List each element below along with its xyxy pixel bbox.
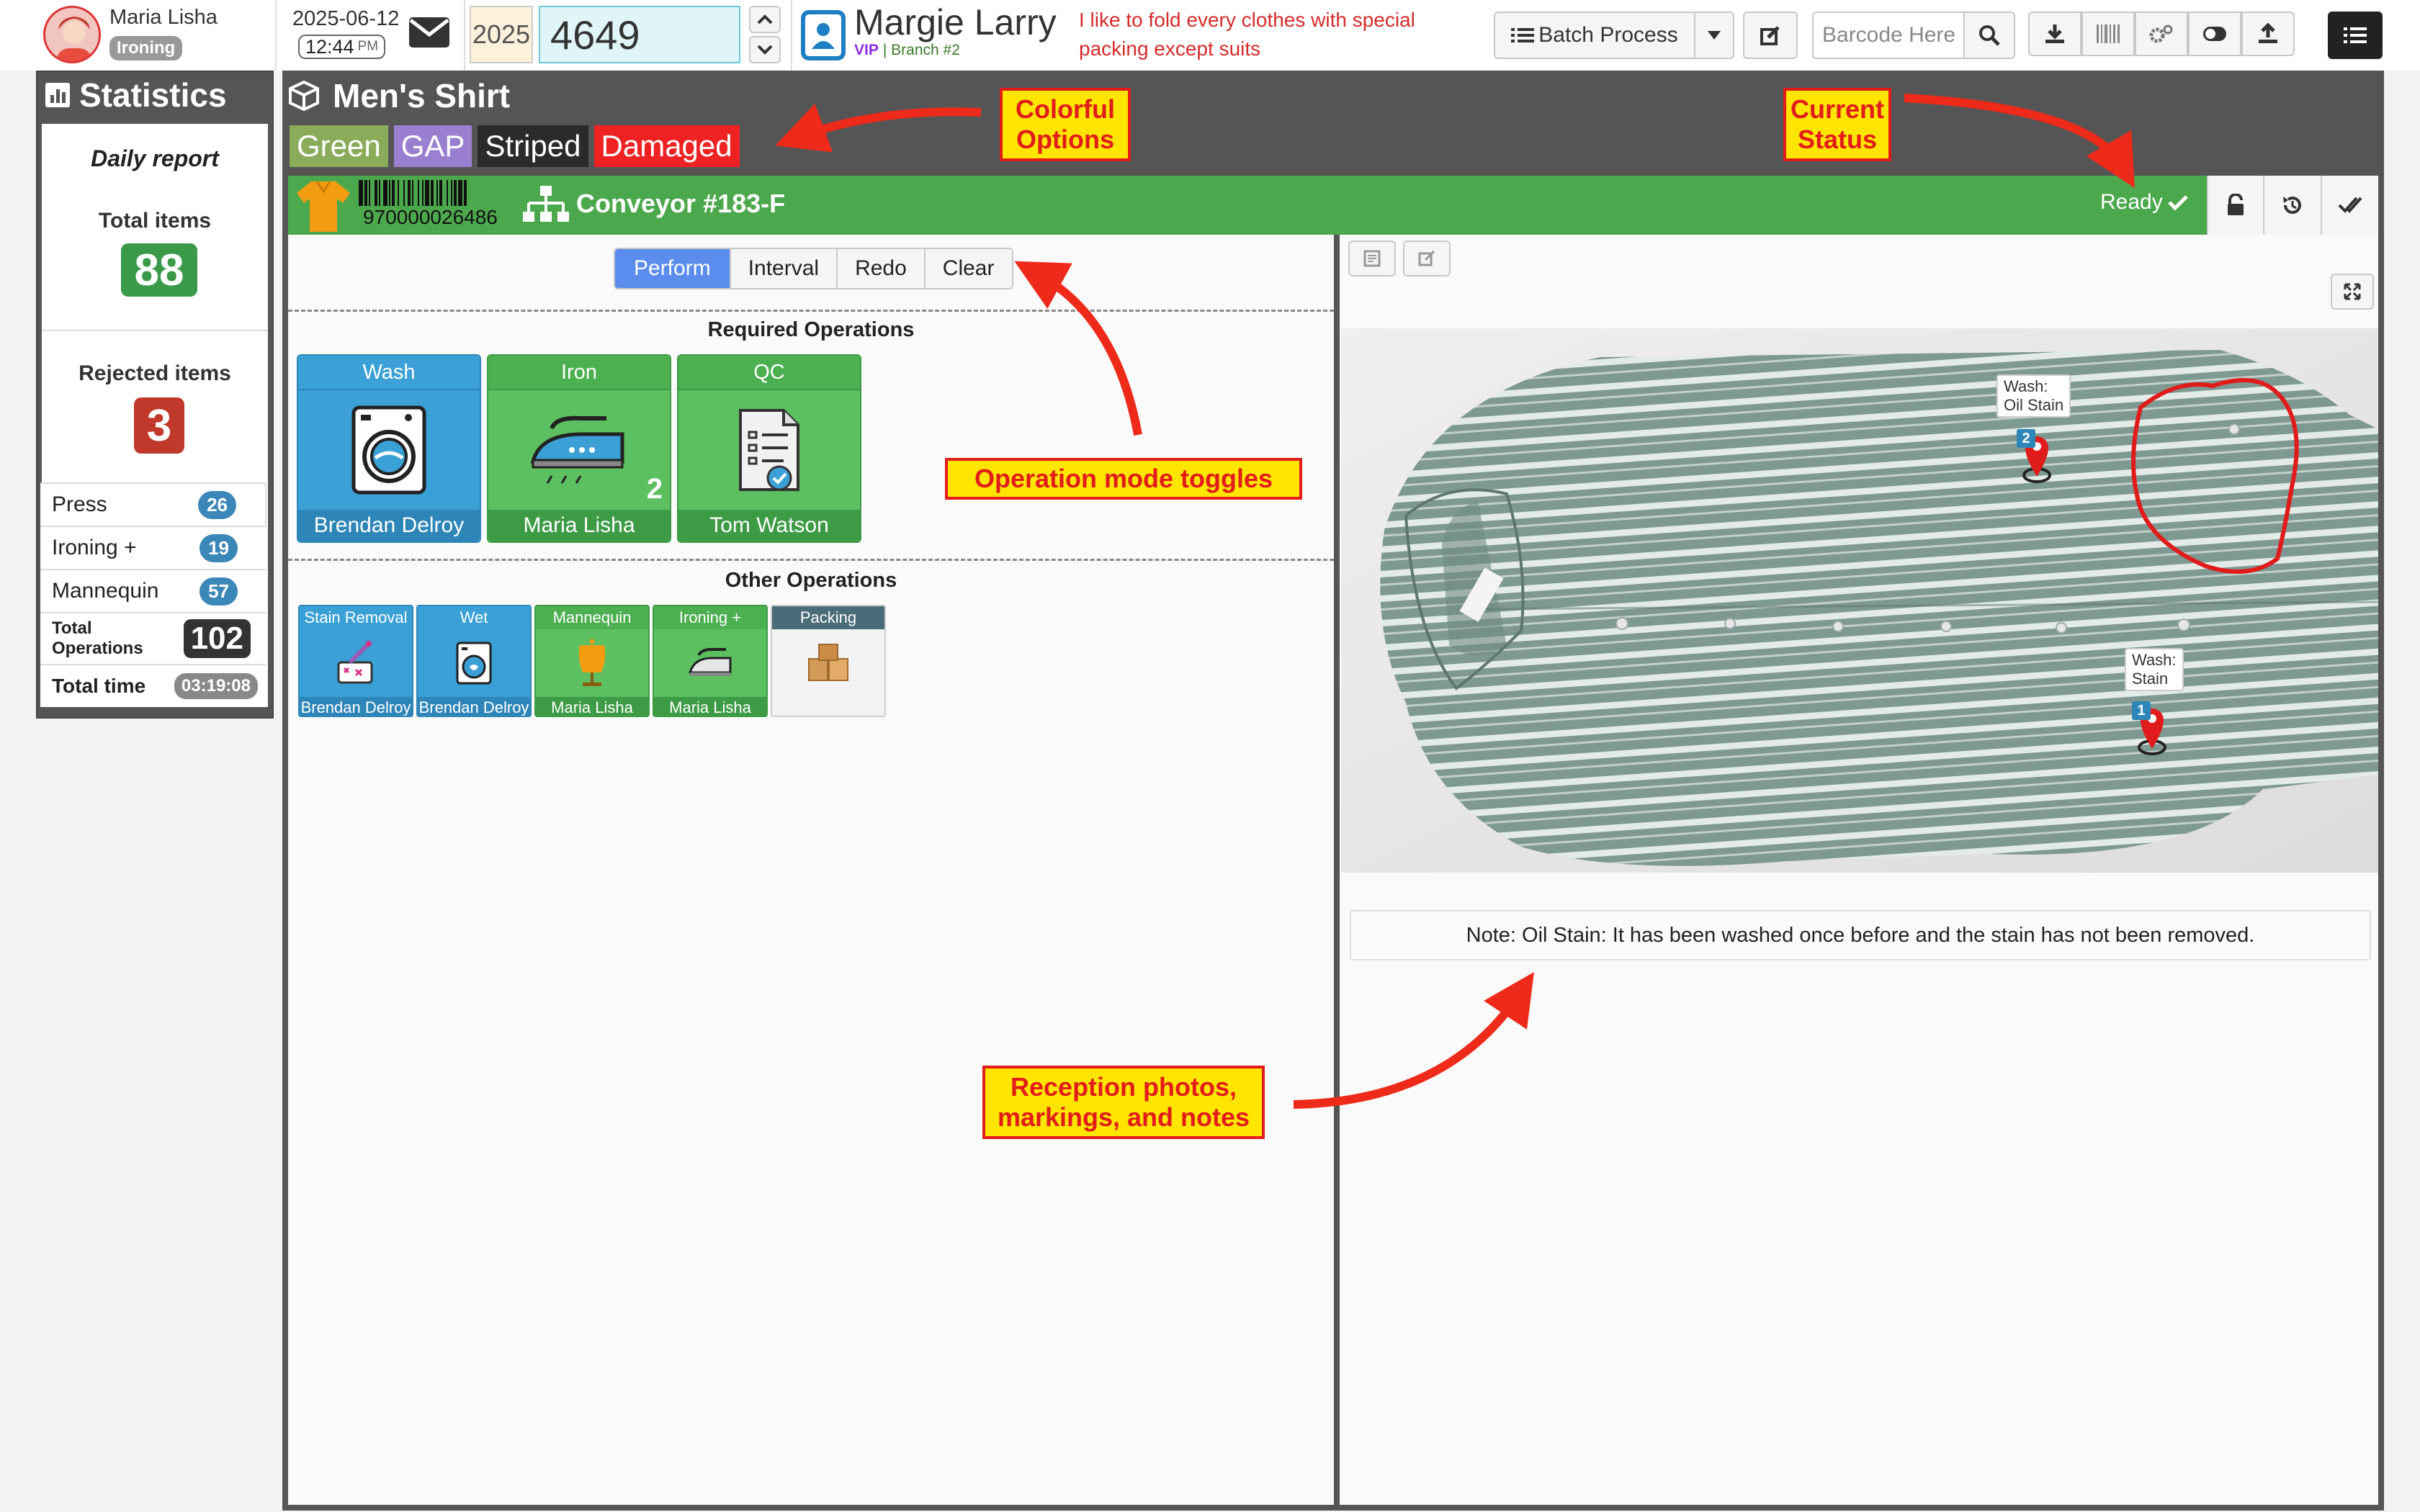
callout-operation-mode-toggles: Operation mode toggles [945,458,1302,500]
callout-current-status: Current Status [1783,88,1891,161]
annotation-arrows [775,94,2135,1109]
callout-reception: Reception photos, markings, and notes [982,1066,1265,1139]
callout-colorful-options: Colorful Options [1000,88,1131,161]
